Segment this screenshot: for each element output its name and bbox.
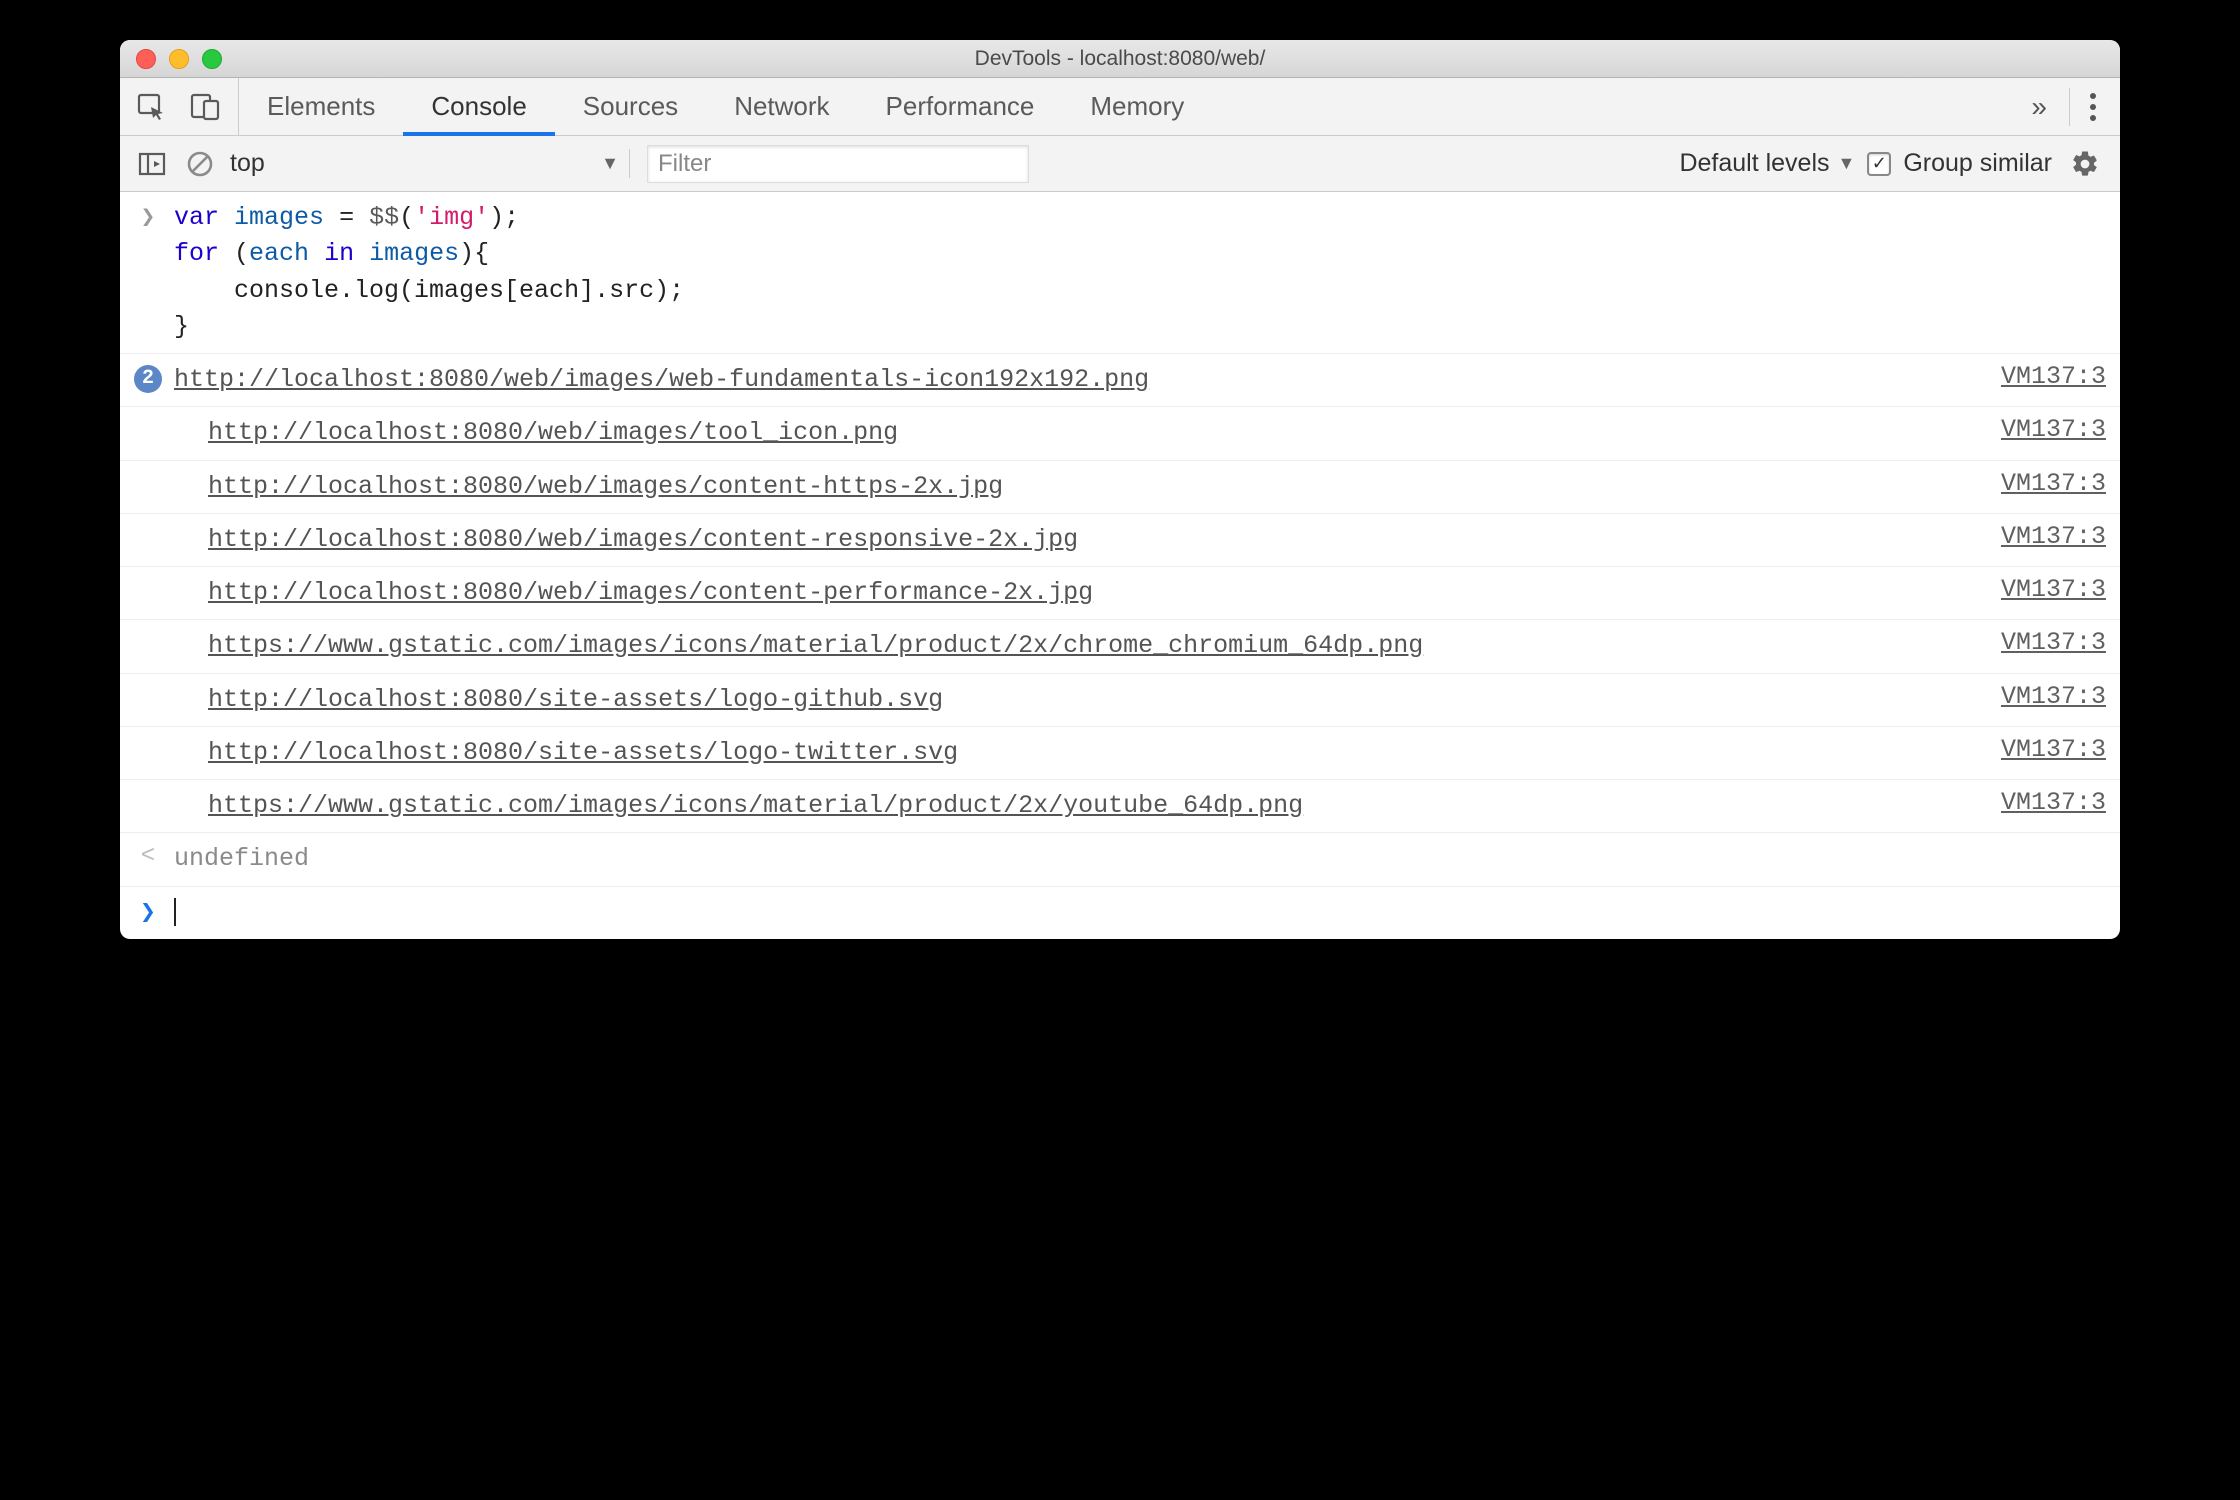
repeat-count-badge: 2 (134, 365, 162, 393)
log-levels-selector[interactable]: Default levels ▼ (1679, 149, 1855, 178)
code-block: var images = $$('img');for (each in imag… (174, 200, 2106, 345)
execution-context-selector[interactable]: top ▼ (230, 149, 630, 178)
log-url[interactable]: http://localhost:8080/site-assets/logo-g… (208, 685, 943, 714)
tab-memory[interactable]: Memory (1062, 78, 1212, 135)
log-source-link[interactable]: VM137:3 (1981, 575, 2106, 604)
input-marker-icon: ❯ (134, 200, 162, 232)
log-url[interactable]: https://www.gstatic.com/images/icons/mat… (208, 631, 1423, 660)
toggle-console-sidebar-icon[interactable] (134, 146, 170, 182)
prompt-marker-icon: ❯ (134, 895, 162, 928)
group-similar-checkbox[interactable]: ✓ (1867, 152, 1891, 176)
console-log-entry: http://localhost:8080/web/images/tool_ic… (120, 407, 2120, 460)
filter-input[interactable] (648, 146, 1028, 182)
tab-sources[interactable]: Sources (555, 78, 706, 135)
devtools-window: DevTools - localhost:8080/web/ ElementsC… (120, 40, 2120, 939)
console-settings-icon[interactable] (2064, 149, 2106, 179)
log-source-link[interactable]: VM137:3 (1981, 362, 2106, 391)
console-body: ❯ var images = $$('img');for (each in im… (120, 192, 2120, 939)
log-source-link[interactable]: VM137:3 (1981, 682, 2106, 711)
log-source-link[interactable]: VM137:3 (1981, 788, 2106, 817)
console-log-entry: https://www.gstatic.com/images/icons/mat… (120, 780, 2120, 833)
log-url[interactable]: http://localhost:8080/web/images/web-fun… (174, 365, 1149, 394)
chevron-down-icon: ▼ (601, 153, 619, 174)
overflow-tabs-button[interactable]: » (2019, 91, 2059, 123)
log-url[interactable]: http://localhost:8080/web/images/content… (208, 472, 1003, 501)
tab-performance[interactable]: Performance (858, 78, 1063, 135)
titlebar: DevTools - localhost:8080/web/ (120, 40, 2120, 78)
console-log-entry: http://localhost:8080/site-assets/logo-t… (120, 727, 2120, 780)
log-source-link[interactable]: VM137:3 (1981, 469, 2106, 498)
tab-network[interactable]: Network (706, 78, 857, 135)
traffic-lights (120, 49, 222, 69)
window-title: DevTools - localhost:8080/web/ (120, 47, 2120, 71)
panel-tabs-row: ElementsConsoleSourcesNetworkPerformance… (120, 78, 2120, 136)
tabs-right-tools: » (2005, 78, 2120, 135)
divider (2069, 88, 2070, 126)
context-label: top (230, 149, 265, 178)
console-log-entry: https://www.gstatic.com/images/icons/mat… (120, 620, 2120, 673)
device-toolbar-icon[interactable] (188, 89, 224, 125)
log-url[interactable]: http://localhost:8080/web/images/tool_ic… (208, 418, 898, 447)
result-marker-icon: < (134, 841, 162, 870)
console-input-history: ❯ var images = $$('img');for (each in im… (120, 192, 2120, 354)
log-source-link[interactable]: VM137:3 (1981, 628, 2106, 657)
console-log-entry: http://localhost:8080/web/images/content… (120, 514, 2120, 567)
log-source-link[interactable]: VM137:3 (1981, 522, 2106, 551)
log-source-link[interactable]: VM137:3 (1981, 735, 2106, 764)
tab-console[interactable]: Console (403, 78, 554, 135)
console-log-entry: http://localhost:8080/site-assets/logo-g… (120, 674, 2120, 727)
console-log-entry: http://localhost:8080/web/images/content… (120, 567, 2120, 620)
result-value: undefined (174, 844, 309, 873)
maximize-window-button[interactable] (202, 49, 222, 69)
log-url[interactable]: http://localhost:8080/site-assets/logo-t… (208, 738, 958, 767)
group-similar-label: Group similar (1903, 149, 2052, 178)
log-url[interactable]: http://localhost:8080/web/images/content… (208, 578, 1093, 607)
console-toolbar: top ▼ Default levels ▼ ✓ Group similar (120, 136, 2120, 192)
inspect-element-icon[interactable] (134, 89, 170, 125)
inspector-tools (120, 78, 239, 135)
levels-label: Default levels (1679, 149, 1829, 178)
more-options-button[interactable] (2080, 93, 2106, 121)
log-url[interactable]: http://localhost:8080/web/images/content… (208, 525, 1078, 554)
log-url[interactable]: https://www.gstatic.com/images/icons/mat… (208, 791, 1303, 820)
console-prompt[interactable]: ❯ (120, 887, 2120, 939)
minimize-window-button[interactable] (169, 49, 189, 69)
text-cursor (174, 898, 176, 926)
log-source-link[interactable]: VM137:3 (1981, 415, 2106, 444)
tab-elements[interactable]: Elements (239, 78, 403, 135)
panel-tabs: ElementsConsoleSourcesNetworkPerformance… (239, 78, 2005, 135)
clear-console-icon[interactable] (182, 146, 218, 182)
console-log-entry: http://localhost:8080/web/images/content… (120, 461, 2120, 514)
chevron-down-icon: ▼ (1838, 153, 1856, 174)
close-window-button[interactable] (136, 49, 156, 69)
console-log-entry: 2 http://localhost:8080/web/images/web-fu… (120, 354, 2120, 407)
console-result: < undefined (120, 833, 2120, 886)
